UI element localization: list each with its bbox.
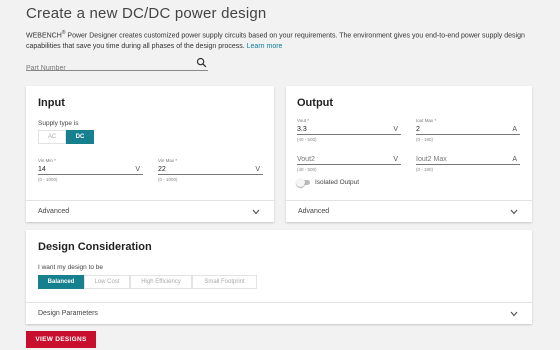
iout-max-field[interactable]: Iout Max * 2 A (0 - 180)	[416, 118, 520, 142]
design-consideration-card: Design Consideration I want my design to…	[26, 230, 532, 324]
vout-value[interactable]: 3.3	[297, 126, 307, 133]
design-priority-toggle: Balanced Low Cost High Efficiency Small …	[38, 275, 257, 289]
supply-ac-button[interactable]: AC	[38, 130, 66, 144]
iout2-max-value[interactable]: Iout2 Max	[416, 156, 447, 163]
output-title: Output	[297, 97, 334, 109]
supply-dc-button[interactable]: DC	[66, 130, 94, 144]
intro-brand: WEBENCH	[26, 32, 62, 40]
option-balanced[interactable]: Balanced	[38, 275, 84, 289]
part-number-search	[26, 57, 208, 75]
vout2-range: (40 - 500)	[297, 167, 317, 172]
option-small-footprint[interactable]: Small Footprint	[192, 275, 257, 289]
chevron-down-icon	[510, 209, 518, 215]
vin-max-value[interactable]: 22	[158, 166, 166, 173]
iout2-max-field[interactable]: Iout2 Max A (0 - 180)	[416, 148, 520, 172]
iout2-max-unit: A	[512, 156, 517, 163]
output-advanced-expander[interactable]: Advanced	[286, 200, 532, 222]
vin-max-range: (0 - 1000)	[158, 177, 178, 182]
option-high-efficiency[interactable]: High Efficiency	[130, 275, 192, 289]
design-title: Design Consideration	[38, 241, 152, 253]
iout-max-range: (0 - 180)	[416, 137, 434, 142]
vout2-field[interactable]: Vout2 V (40 - 500)	[297, 148, 401, 172]
page-title: Create a new DC/DC power design	[26, 5, 267, 22]
design-want-label: I want my design to be	[38, 264, 104, 271]
isolated-output-toggle[interactable]: Isolated Output	[296, 178, 360, 187]
toggle-track	[296, 178, 310, 187]
vout-field[interactable]: Vout * 3.3 V (40 - 500)	[297, 118, 401, 142]
option-low-cost[interactable]: Low Cost	[84, 275, 130, 289]
vin-min-unit: V	[135, 166, 140, 173]
input-advanced-expander[interactable]: Advanced	[26, 200, 274, 222]
view-designs-button[interactable]: VIEW DESIGNS	[26, 331, 96, 348]
intro-text: WEBENCH® Power Designer creates customiz…	[26, 28, 526, 52]
input-advanced-label: Advanced	[38, 208, 70, 215]
supply-type-label: Supply type is	[38, 120, 79, 127]
supply-type-toggle: AC DC	[38, 130, 94, 144]
vin-min-field[interactable]: Vin Min * 14 V (0 - 1000)	[38, 158, 143, 182]
output-card: Output Vout * 3.3 V (40 - 500) Iout Max …	[286, 86, 532, 222]
vout-unit: V	[393, 126, 398, 133]
vin-max-field[interactable]: Vin Max * 22 V (0 - 1000)	[158, 158, 263, 182]
toggle-knob	[296, 178, 305, 187]
design-parameters-expander[interactable]: Design Parameters	[26, 302, 532, 324]
learn-more-link[interactable]: Learn more	[247, 43, 283, 50]
search-icon[interactable]	[196, 57, 207, 68]
vout-range: (40 - 500)	[297, 137, 317, 142]
iout2-max-range: (0 - 180)	[416, 167, 434, 172]
vout2-unit: V	[393, 156, 398, 163]
design-parameters-label: Design Parameters	[38, 310, 98, 317]
isolated-output-label: Isolated Output	[315, 179, 360, 186]
vin-min-range: (0 - 1000)	[38, 177, 58, 182]
part-number-input[interactable]	[26, 62, 186, 75]
vin-min-value[interactable]: 14	[38, 166, 46, 173]
iout-max-unit: A	[512, 126, 517, 133]
output-advanced-label: Advanced	[298, 208, 330, 215]
chevron-down-icon	[510, 311, 518, 317]
input-card: Input Supply type is AC DC Vin Min * 14 …	[26, 86, 274, 222]
chevron-down-icon	[252, 209, 260, 215]
input-title: Input	[38, 97, 65, 109]
vin-max-unit: V	[255, 166, 260, 173]
vout2-value[interactable]: Vout2	[297, 156, 315, 163]
iout-max-value[interactable]: 2	[416, 126, 420, 133]
